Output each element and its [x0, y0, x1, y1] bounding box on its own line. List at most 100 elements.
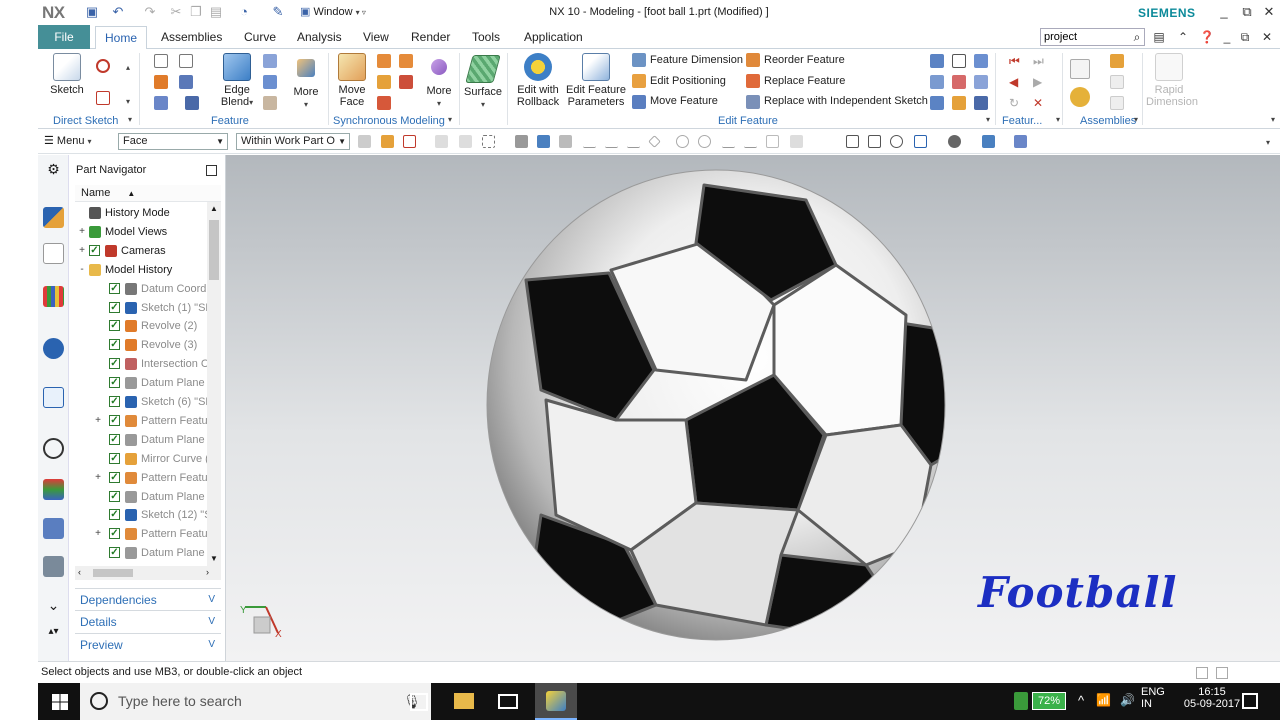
edit-feature-group-menu[interactable]: ▾	[986, 115, 990, 124]
rectangle-icon[interactable]	[96, 91, 110, 105]
help-icon[interactable]: ❓	[1198, 28, 1216, 46]
fit-view-icon[interactable]	[846, 135, 859, 148]
sketch-more-dropdown[interactable]: ▴	[126, 63, 130, 72]
new-component-icon[interactable]	[1070, 87, 1090, 107]
tree-horizontal-scrollbar[interactable]: ‹ ›	[75, 566, 221, 580]
redo-icon[interactable]: ↷	[142, 4, 158, 20]
select-tool-5-icon[interactable]	[459, 135, 472, 148]
snap-mid-point-icon[interactable]	[605, 135, 618, 148]
tree-row[interactable]: + Model Views	[75, 223, 207, 241]
visibility-checkbox[interactable]: ✓	[109, 471, 120, 483]
cut-icon[interactable]: ✂	[168, 4, 184, 20]
visibility-checkbox[interactable]: ✓	[109, 528, 120, 540]
tree-row[interactable]: ✓ Sketch (12) "S	[75, 506, 207, 524]
feature-tool-4-icon[interactable]	[952, 54, 966, 68]
constraint-icon[interactable]	[1110, 75, 1124, 89]
feature-dimension-button[interactable]: Feature Dimension	[650, 54, 743, 66]
roles-icon[interactable]	[43, 518, 64, 539]
previous-feature-icon[interactable]: ◀	[1009, 75, 1023, 89]
undo-icon[interactable]: ↶	[110, 4, 126, 20]
h-scrollbar-thumb[interactable]	[93, 569, 133, 577]
resize-blend-icon[interactable]	[399, 54, 413, 68]
visibility-checkbox[interactable]: ✓	[109, 433, 120, 445]
details-section[interactable]: Details V	[75, 610, 221, 632]
replace-feature-button[interactable]: Replace Feature	[764, 75, 845, 87]
hd3d-tools-icon[interactable]	[43, 338, 64, 359]
task-view-icon[interactable]	[410, 693, 428, 711]
feature-tool-7-icon[interactable]	[974, 54, 988, 68]
preview-section[interactable]: Preview V	[75, 633, 221, 655]
tree-row[interactable]: ✓ Intersection C	[75, 355, 207, 373]
expand-icon[interactable]: +	[77, 223, 87, 241]
inner-minimize-icon[interactable]: _	[1218, 28, 1236, 46]
snap-tool-3-icon[interactable]	[559, 135, 572, 148]
tree-row[interactable]: History Mode	[75, 204, 207, 222]
rapid-dimension-button[interactable]: Rapid Dimension	[1146, 53, 1198, 108]
history-palette-icon[interactable]	[43, 438, 64, 459]
tab-home[interactable]: Home	[95, 26, 147, 50]
feature-tool-1-icon[interactable]	[930, 54, 944, 68]
first-feature-icon[interactable]: ⏮	[1009, 54, 1023, 68]
scroll-right-icon[interactable]: ›	[206, 567, 209, 577]
hole-icon[interactable]	[154, 75, 168, 89]
next-feature-icon[interactable]: ▶	[1033, 75, 1047, 89]
trim-body-icon[interactable]	[263, 75, 277, 89]
expand-icon[interactable]: +	[93, 469, 103, 487]
visibility-checkbox[interactable]: ✓	[109, 320, 120, 332]
move-feature-button[interactable]: Move Feature	[650, 95, 718, 107]
tree-row[interactable]: ✓ Datum Plane	[75, 488, 207, 506]
copy-icon[interactable]: ❐	[188, 4, 204, 20]
sketch-button[interactable]: Sketch	[46, 53, 88, 96]
tree-row[interactable]: + ✓ Cameras	[75, 242, 207, 260]
snap-tool-2-icon[interactable]	[537, 135, 550, 148]
snap-on-surface-icon[interactable]	[766, 135, 779, 148]
select-tool-1-icon[interactable]	[358, 135, 371, 148]
volume-icon[interactable]: 🔊	[1120, 693, 1135, 707]
feature-tool-2-icon[interactable]	[930, 75, 944, 89]
visibility-checkbox[interactable]: ✓	[109, 282, 120, 294]
tree-row[interactable]: ✓ Datum Plane	[75, 374, 207, 392]
last-feature-icon[interactable]: ⏭	[1033, 54, 1047, 68]
toolbar-overflow-menu[interactable]: ▾	[1266, 138, 1270, 147]
feature-tool-6-icon[interactable]	[952, 96, 966, 110]
system-scenes-icon[interactable]	[43, 556, 64, 577]
status-icon-2[interactable]	[1216, 667, 1228, 679]
ribbon-overflow-menu[interactable]: ▾	[1271, 115, 1275, 124]
tab-render[interactable]: Render	[411, 25, 450, 49]
show-hidden-icons[interactable]: ^	[1078, 693, 1084, 708]
shell-icon[interactable]	[185, 96, 199, 110]
rotate-icon[interactable]	[890, 135, 903, 148]
part-navigator-icon[interactable]	[43, 243, 64, 264]
scroll-up-icon[interactable]: ▲	[210, 204, 218, 213]
battery-indicator[interactable]: 72%	[1032, 692, 1067, 710]
selection-scope-dropdown[interactable]: Within Work Part O ▼	[236, 133, 350, 150]
snap-intersection-icon[interactable]	[648, 135, 661, 148]
tree-row[interactable]: + ✓ Pattern Featu	[75, 412, 207, 430]
tree-row[interactable]: ✓ Sketch (1) "SK	[75, 299, 207, 317]
tree-row[interactable]: ✓ Mirror Curve (	[75, 450, 207, 468]
inner-close-icon[interactable]: ✕	[1258, 28, 1276, 46]
snap-quadrant-icon[interactable]	[698, 135, 711, 148]
visibility-checkbox[interactable]: ✓	[109, 377, 120, 389]
paste-icon[interactable]: ▤	[208, 4, 224, 20]
type-filter-dropdown[interactable]: Face ▼	[118, 133, 228, 150]
expand-icon[interactable]: +	[77, 242, 87, 260]
snap-arc-center-icon[interactable]	[676, 135, 689, 148]
restore-button[interactable]: ⧉	[1237, 3, 1257, 21]
playback-icon[interactable]: ↻	[1009, 96, 1023, 110]
feature-tool-3-icon[interactable]	[930, 96, 944, 110]
visibility-checkbox[interactable]: ✓	[109, 452, 120, 464]
scroll-left-icon[interactable]: ‹	[78, 567, 81, 577]
tree-row[interactable]: ✓ Revolve (3)	[75, 336, 207, 354]
visibility-checkbox[interactable]: ✓	[109, 358, 120, 370]
defender-icon[interactable]	[1014, 692, 1028, 710]
reorder-feature-button[interactable]: Reorder Feature	[764, 54, 845, 66]
pull-face-icon[interactable]	[377, 54, 391, 68]
tree-row[interactable]: + ✓ Pattern Featu	[75, 525, 207, 543]
add-component-icon[interactable]	[1110, 54, 1124, 68]
expand-icon[interactable]: +	[93, 412, 103, 430]
feature-more-button[interactable]: More ▾	[289, 53, 323, 111]
tree-vertical-scrollbar[interactable]: ▲ ▼	[207, 202, 221, 566]
edit-positioning-button[interactable]: Edit Positioning	[650, 75, 726, 87]
select-tool-6-icon[interactable]	[482, 135, 495, 148]
